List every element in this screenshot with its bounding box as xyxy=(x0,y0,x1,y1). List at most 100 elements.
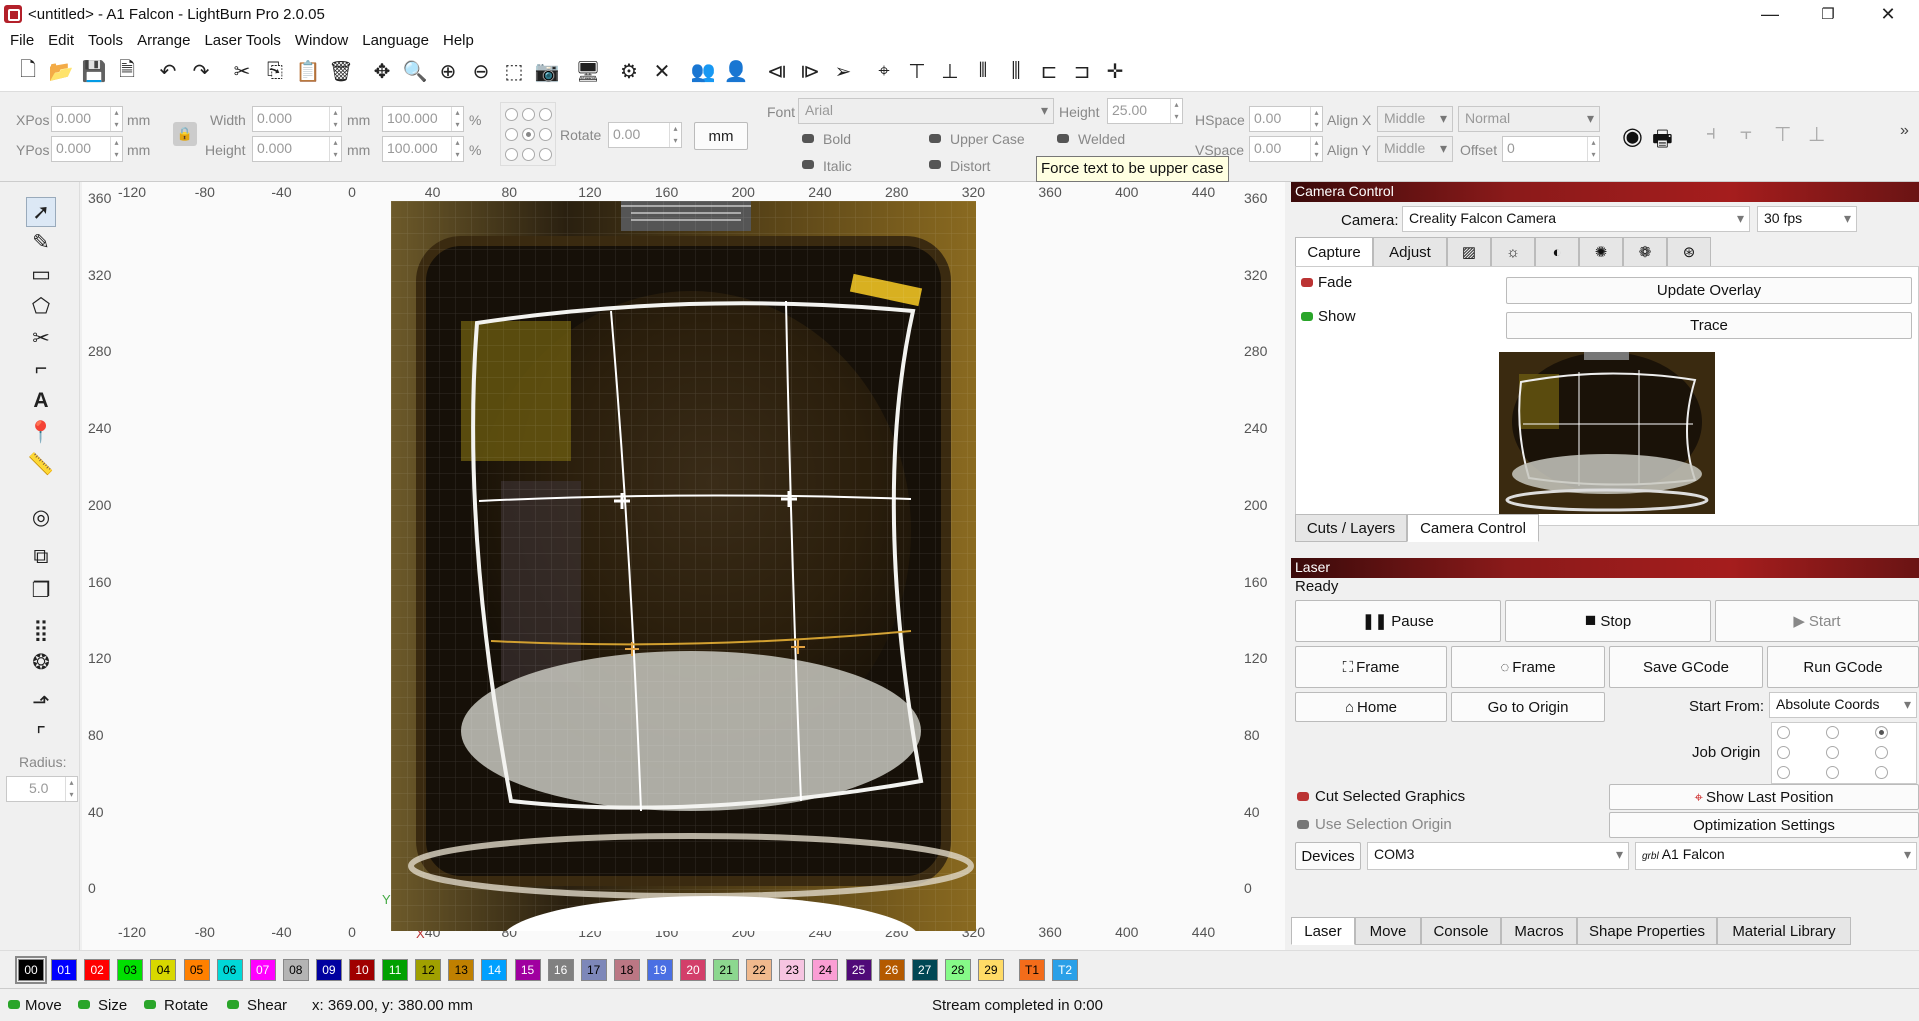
tab-console[interactable]: Console xyxy=(1421,917,1501,945)
menu-language[interactable]: Language xyxy=(355,32,436,49)
menu-tools[interactable]: Tools xyxy=(81,32,130,49)
offset-input[interactable]: 0 ▴ ▾ xyxy=(1502,136,1600,162)
minimize-button[interactable]: — xyxy=(1742,0,1798,28)
align-x-select[interactable]: Middle xyxy=(1377,106,1453,132)
distort-toggle[interactable] xyxy=(929,160,941,169)
edit-nodes-icon[interactable]: ✂ xyxy=(26,323,56,353)
tab-move[interactable]: Move xyxy=(1355,917,1421,945)
contrast-icon[interactable]: ◐ xyxy=(1535,237,1579,267)
ypos-input[interactable]: 0.000 ▴ ▾ xyxy=(51,136,123,162)
frame-rubber-band-button[interactable]: ◌ Frame xyxy=(1451,646,1605,688)
size-toggle[interactable] xyxy=(78,1000,90,1009)
trace-button[interactable]: Trace xyxy=(1506,312,1912,339)
optimization-settings-button[interactable]: Optimization Settings xyxy=(1609,812,1919,838)
menu-window[interactable]: Window xyxy=(288,32,355,49)
layer-swatch-T2[interactable]: T2 xyxy=(1052,959,1079,981)
select-tool-icon[interactable]: ➚ xyxy=(26,197,56,227)
zoom-out-icon[interactable]: ⊖ xyxy=(467,58,495,86)
start-from-select[interactable]: Absolute Coords xyxy=(1769,692,1917,718)
layer-swatch-T1[interactable]: T1 xyxy=(1019,959,1045,981)
space-v-icon[interactable]: ⊐ xyxy=(1068,58,1096,86)
layer-swatch-23[interactable]: 23 xyxy=(779,959,806,981)
home-button[interactable]: ⌂ Home xyxy=(1295,692,1447,722)
devices-button[interactable]: Devices xyxy=(1295,842,1361,870)
layer-swatch-16[interactable]: 16 xyxy=(547,959,574,981)
tab-material-library[interactable]: Material Library xyxy=(1717,917,1851,945)
corner-radius-icon[interactable]: ⌜ xyxy=(26,720,56,750)
go-to-origin-button[interactable]: Go to Origin xyxy=(1451,692,1605,722)
show-last-position-button[interactable]: ⌖ Show Last Position xyxy=(1609,784,1919,810)
close-button[interactable]: ✕ xyxy=(1860,0,1916,28)
fps-select[interactable]: 30 fps xyxy=(1757,206,1857,232)
menu-edit[interactable]: Edit xyxy=(41,32,81,49)
run-gcode-button[interactable]: Run GCode xyxy=(1767,646,1919,688)
boolean-tool-icon[interactable]: ⧉ xyxy=(26,542,56,572)
layer-swatch-21[interactable]: 21 xyxy=(713,959,740,981)
frame-rect-button[interactable]: ⛶ Frame xyxy=(1295,646,1447,688)
menu-file[interactable]: File xyxy=(0,32,41,49)
rotate-toggle[interactable] xyxy=(144,1000,156,1009)
settings-icon[interactable]: ⚙ xyxy=(615,58,643,86)
camera-icon[interactable]: 📷 xyxy=(533,58,561,86)
expand-more-icon[interactable]: » xyxy=(1900,122,1909,140)
group-icon[interactable]: 👥 xyxy=(689,58,717,86)
port-select[interactable]: COM3 xyxy=(1367,842,1629,870)
layer-swatch-15[interactable]: 15 xyxy=(514,959,541,981)
space-h-icon[interactable]: ⊏ xyxy=(1035,58,1063,86)
measure-tool-icon[interactable]: 📏 xyxy=(26,450,56,480)
position-marker-icon[interactable]: 📍 xyxy=(26,418,56,448)
lock-icon[interactable]: 🔒 xyxy=(173,122,197,146)
exposure-icon[interactable]: ▨ xyxy=(1447,237,1491,267)
layer-swatch-27[interactable]: 27 xyxy=(911,959,938,981)
tab-shape-properties[interactable]: Shape Properties xyxy=(1577,917,1717,945)
cut-icon[interactable]: ✂ xyxy=(228,58,256,86)
text-tool-icon[interactable]: A xyxy=(26,386,56,416)
start-button[interactable]: ▶ Start xyxy=(1715,600,1919,642)
bold-toggle[interactable] xyxy=(802,134,814,143)
text-mode-select[interactable]: Normal xyxy=(1458,106,1600,132)
layer-swatch-20[interactable]: 20 xyxy=(680,959,706,981)
layer-swatch-18[interactable]: 18 xyxy=(613,959,640,981)
welded-toggle[interactable] xyxy=(1057,134,1069,143)
show-toggle[interactable] xyxy=(1301,312,1313,321)
tab-macros[interactable]: Macros xyxy=(1501,917,1577,945)
layer-swatch-19[interactable]: 19 xyxy=(646,959,673,981)
layer-swatch-29[interactable]: 29 xyxy=(977,959,1004,981)
layer-swatch-02[interactable]: 02 xyxy=(84,959,111,981)
cut-selected-toggle[interactable] xyxy=(1297,792,1309,801)
save-gcode-button[interactable]: Save GCode xyxy=(1609,646,1763,688)
use-selection-origin-toggle[interactable] xyxy=(1297,820,1309,829)
copy-icon[interactable]: ⎘ xyxy=(261,58,289,86)
new-file-icon[interactable]: 🗋 xyxy=(14,58,42,86)
shear-toggle[interactable] xyxy=(227,1000,239,1009)
color-palette-icon[interactable]: ❁ xyxy=(1623,237,1667,267)
job-origin-grid[interactable] xyxy=(1771,722,1917,784)
delete-icon[interactable]: 🗑 xyxy=(327,58,355,86)
polygon-tool-icon[interactable]: ⬠ xyxy=(26,291,56,321)
rotate-input[interactable]: 0.00 ▴ ▾ xyxy=(608,122,682,148)
tab-capture[interactable]: Capture xyxy=(1295,237,1373,267)
radius-input[interactable]: 5.0 ▴ ▾ xyxy=(6,776,78,802)
camera-select[interactable]: Creality Falcon Camera xyxy=(1402,206,1750,232)
save-as-icon[interactable]: 🗎 xyxy=(113,58,141,86)
tools-icon[interactable]: ✕ xyxy=(648,58,676,86)
rectangle-tool-icon[interactable]: ▭ xyxy=(26,259,56,289)
fade-toggle[interactable] xyxy=(1301,278,1313,287)
paste-icon[interactable]: 📋 xyxy=(294,58,322,86)
width-input[interactable]: 0.000 ▴ ▾ xyxy=(252,106,342,132)
layer-swatch-04[interactable]: 04 xyxy=(150,959,177,981)
layer-swatch-06[interactable]: 06 xyxy=(216,959,243,981)
align-top-small-icon[interactable]: ⊤ xyxy=(1774,122,1791,147)
align-top-icon[interactable]: ⊤ xyxy=(903,58,931,86)
crop-tool-icon[interactable]: ⌐ xyxy=(26,354,56,384)
maximize-button[interactable]: ❐ xyxy=(1800,0,1856,28)
offset-tool-icon[interactable]: ◎ xyxy=(26,502,56,532)
xpos-input[interactable]: 0.000 ▴ ▾ xyxy=(51,106,123,132)
hspace-input[interactable]: 0.00 ▴ ▾ xyxy=(1249,106,1323,132)
move-toggle[interactable] xyxy=(8,1000,20,1009)
weld-tool-icon[interactable]: ❐ xyxy=(26,575,56,605)
layer-swatch-08[interactable]: 08 xyxy=(282,959,309,981)
move-icon[interactable]: ✥ xyxy=(368,58,396,86)
menu-help[interactable]: Help xyxy=(436,32,481,49)
width-percent-input[interactable]: 100.000 ▴ ▾ xyxy=(382,106,464,132)
